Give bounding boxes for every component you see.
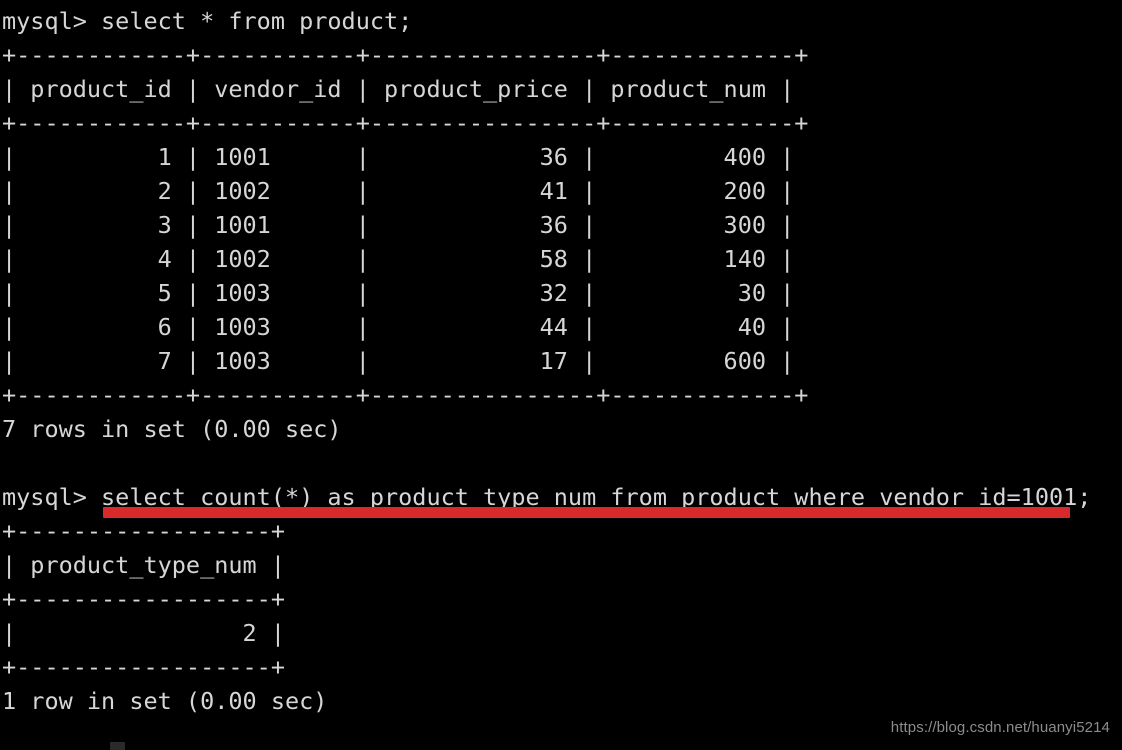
query-1-table-bottom-separator: +------------+-----------+--------------… — [2, 381, 809, 409]
query-2-table-top-separator: +------------------+ — [2, 517, 285, 545]
query-2-table-bottom-separator: +------------------+ — [2, 653, 285, 681]
terminal-cursor — [110, 742, 125, 750]
table-row: | 1 | 1001 | 36 | 400 | — [2, 143, 795, 171]
query-1-table-header-separator: +------------+-----------+--------------… — [2, 109, 809, 137]
table-row: | 6 | 1003 | 44 | 40 | — [2, 313, 795, 341]
query-2-table-header: | product_type_num | — [2, 551, 285, 579]
table-row: | 2 | — [2, 619, 285, 647]
watermark-text: https://blog.csdn.net/huanyi5214 — [890, 719, 1110, 736]
table-row: | 2 | 1002 | 41 | 200 | — [2, 177, 795, 205]
query-2-table-header-separator: +------------------+ — [2, 585, 285, 613]
query-1-status-line: 7 rows in set (0.00 sec) — [2, 415, 342, 443]
table-row: | 5 | 1003 | 32 | 30 | — [2, 279, 795, 307]
query-1-table-header: | product_id | vendor_id | product_price… — [2, 75, 795, 103]
table-row: | 3 | 1001 | 36 | 300 | — [2, 211, 795, 239]
terminal-window[interactable]: mysql> select * from product; +---------… — [0, 0, 1122, 750]
query-2-status-line: 1 row in set (0.00 sec) — [2, 687, 328, 715]
red-highlight-underline — [103, 507, 1070, 518]
query-1-command-line: mysql> select * from product; — [2, 7, 413, 35]
table-row: | 4 | 1002 | 58 | 140 | — [2, 245, 795, 273]
table-row: | 7 | 1003 | 17 | 600 | — [2, 347, 795, 375]
query-1-table-top-separator: +------------+-----------+--------------… — [2, 41, 809, 69]
